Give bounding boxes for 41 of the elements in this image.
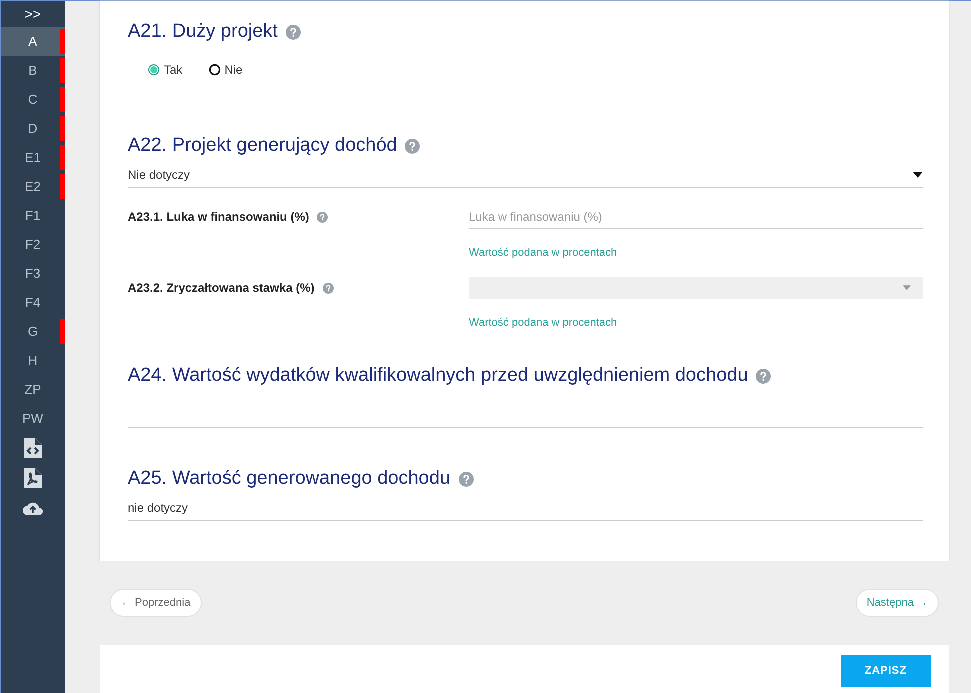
section-title: A22. Projekt generujący dochód [128,135,398,157]
sidebar-item[interactable]: ZP [1,375,65,404]
section-title: A24. Wartość wydatków kwalifikowalnych przed uwzględnieniem dochodu [128,365,748,387]
previous-button[interactable]: ← Poprzednia [110,589,202,617]
help-icon[interactable] [405,138,420,154]
field-hint: Wartość podana w procentach [469,317,618,329]
sidebar-item[interactable]: G [1,317,65,346]
select-field[interactable]: Nie dotyczy [128,163,923,188]
help-icon[interactable] [458,472,474,486]
select-field[interactable] [469,277,923,299]
code-file-icon[interactable] [22,436,44,460]
next-button[interactable]: Następna → [856,589,939,617]
sidebar-item[interactable]: F1 [1,201,65,230]
help-icon[interactable] [286,24,301,40]
field-label: A23.2. Zryczałtowana stawka (%) [128,281,315,295]
radio-off-icon [208,64,221,76]
sidebar-item[interactable]: PW [1,404,65,433]
pdf-file-icon[interactable] [22,466,44,490]
radio-option[interactable]: Nie [208,63,243,77]
text-field[interactable]: nie dotyczy [128,496,923,521]
section-title: A21. Duży projekt [128,21,278,43]
sidebar-item[interactable]: F3 [1,259,65,288]
field-hint: Wartość podana w procentach [469,247,618,259]
sidebar-item[interactable]: F2 [1,230,65,259]
help-icon[interactable] [756,368,772,384]
help-icon[interactable] [317,212,328,222]
caret-icon [903,285,911,291]
sidebar-item[interactable]: D [1,114,65,143]
sidebar-item[interactable]: E1 [1,143,65,172]
radio-on-icon [148,64,160,76]
sidebar-item[interactable]: E2 [1,172,65,201]
field-label: A23.1. Luka w finansowaniu (%) [128,210,310,224]
sidebar-item[interactable]: H [1,346,65,375]
sidebar-item[interactable]: B [1,56,65,85]
radio-option[interactable]: Tak [148,63,183,77]
sidebar-item[interactable]: A [1,27,65,56]
sidebar-item[interactable]: C [1,85,65,114]
help-icon[interactable] [322,282,334,294]
caret-icon [913,172,923,178]
section-title: A25. Wartość generowanego dochodu [128,468,451,490]
sidebar-item[interactable]: F4 [1,288,65,317]
